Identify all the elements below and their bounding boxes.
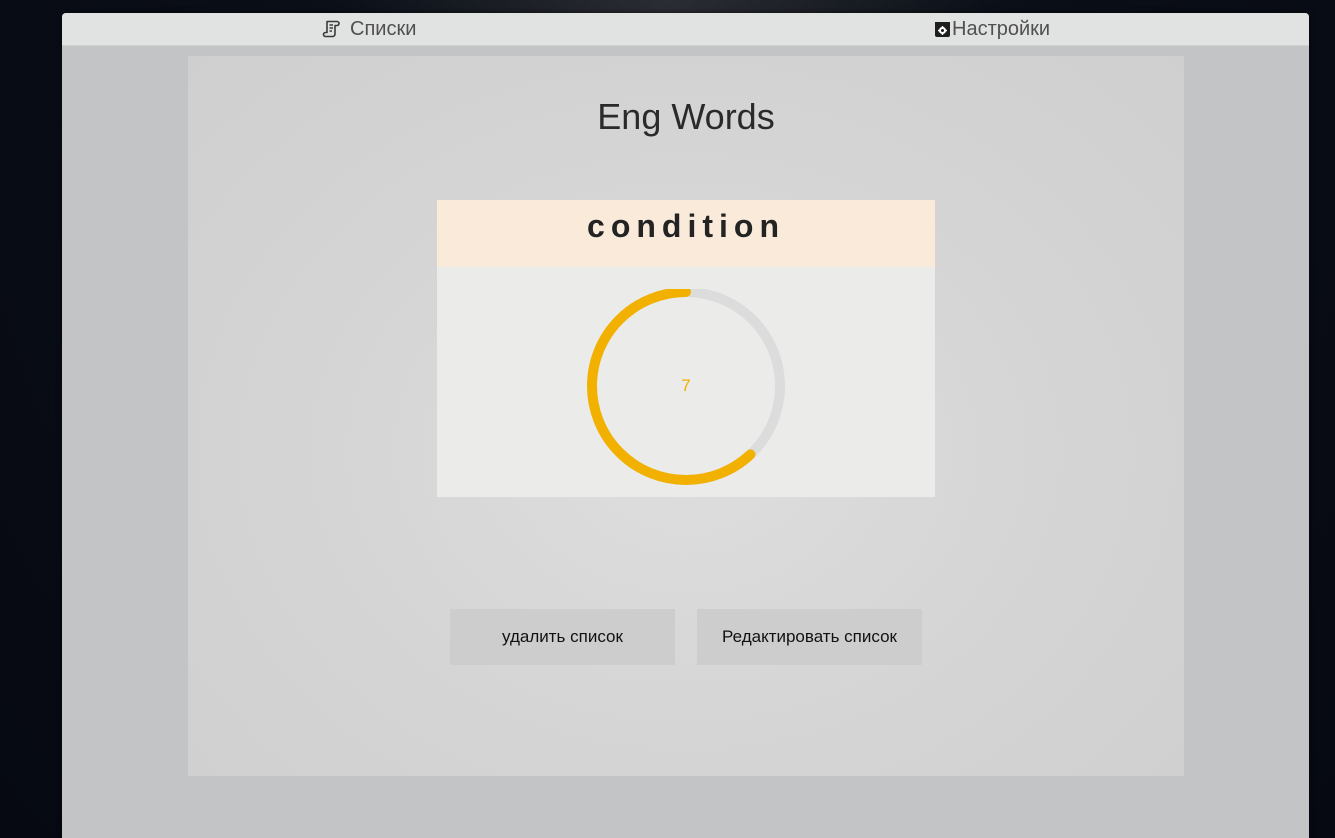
app-window: Списки Настройки Eng Words condition 7 у…: [62, 13, 1309, 838]
edit-list-button[interactable]: Редактировать список: [697, 609, 922, 665]
progress-value: 7: [681, 376, 691, 395]
nav-settings[interactable]: Настройки: [934, 13, 1050, 45]
nav-lists-label: Списки: [350, 17, 417, 40]
word-card[interactable]: condition 7: [437, 200, 935, 497]
top-navigation: Списки Настройки: [62, 13, 1309, 46]
word-header: condition: [437, 200, 935, 267]
nav-lists[interactable]: Списки: [322, 13, 416, 45]
delete-list-button[interactable]: удалить список: [450, 609, 675, 665]
page-title: Eng Words: [597, 96, 775, 137]
main-panel: Eng Words condition 7 удалить список Ред…: [188, 56, 1184, 776]
desktop-background: Списки Настройки Eng Words condition 7 у…: [0, 0, 1335, 838]
nav-settings-label: Настройки: [952, 17, 1051, 40]
word-text: condition: [587, 208, 785, 244]
progress-ring: 7: [584, 289, 788, 493]
scroll-icon: [322, 19, 342, 39]
settings-box-icon: [934, 21, 951, 38]
